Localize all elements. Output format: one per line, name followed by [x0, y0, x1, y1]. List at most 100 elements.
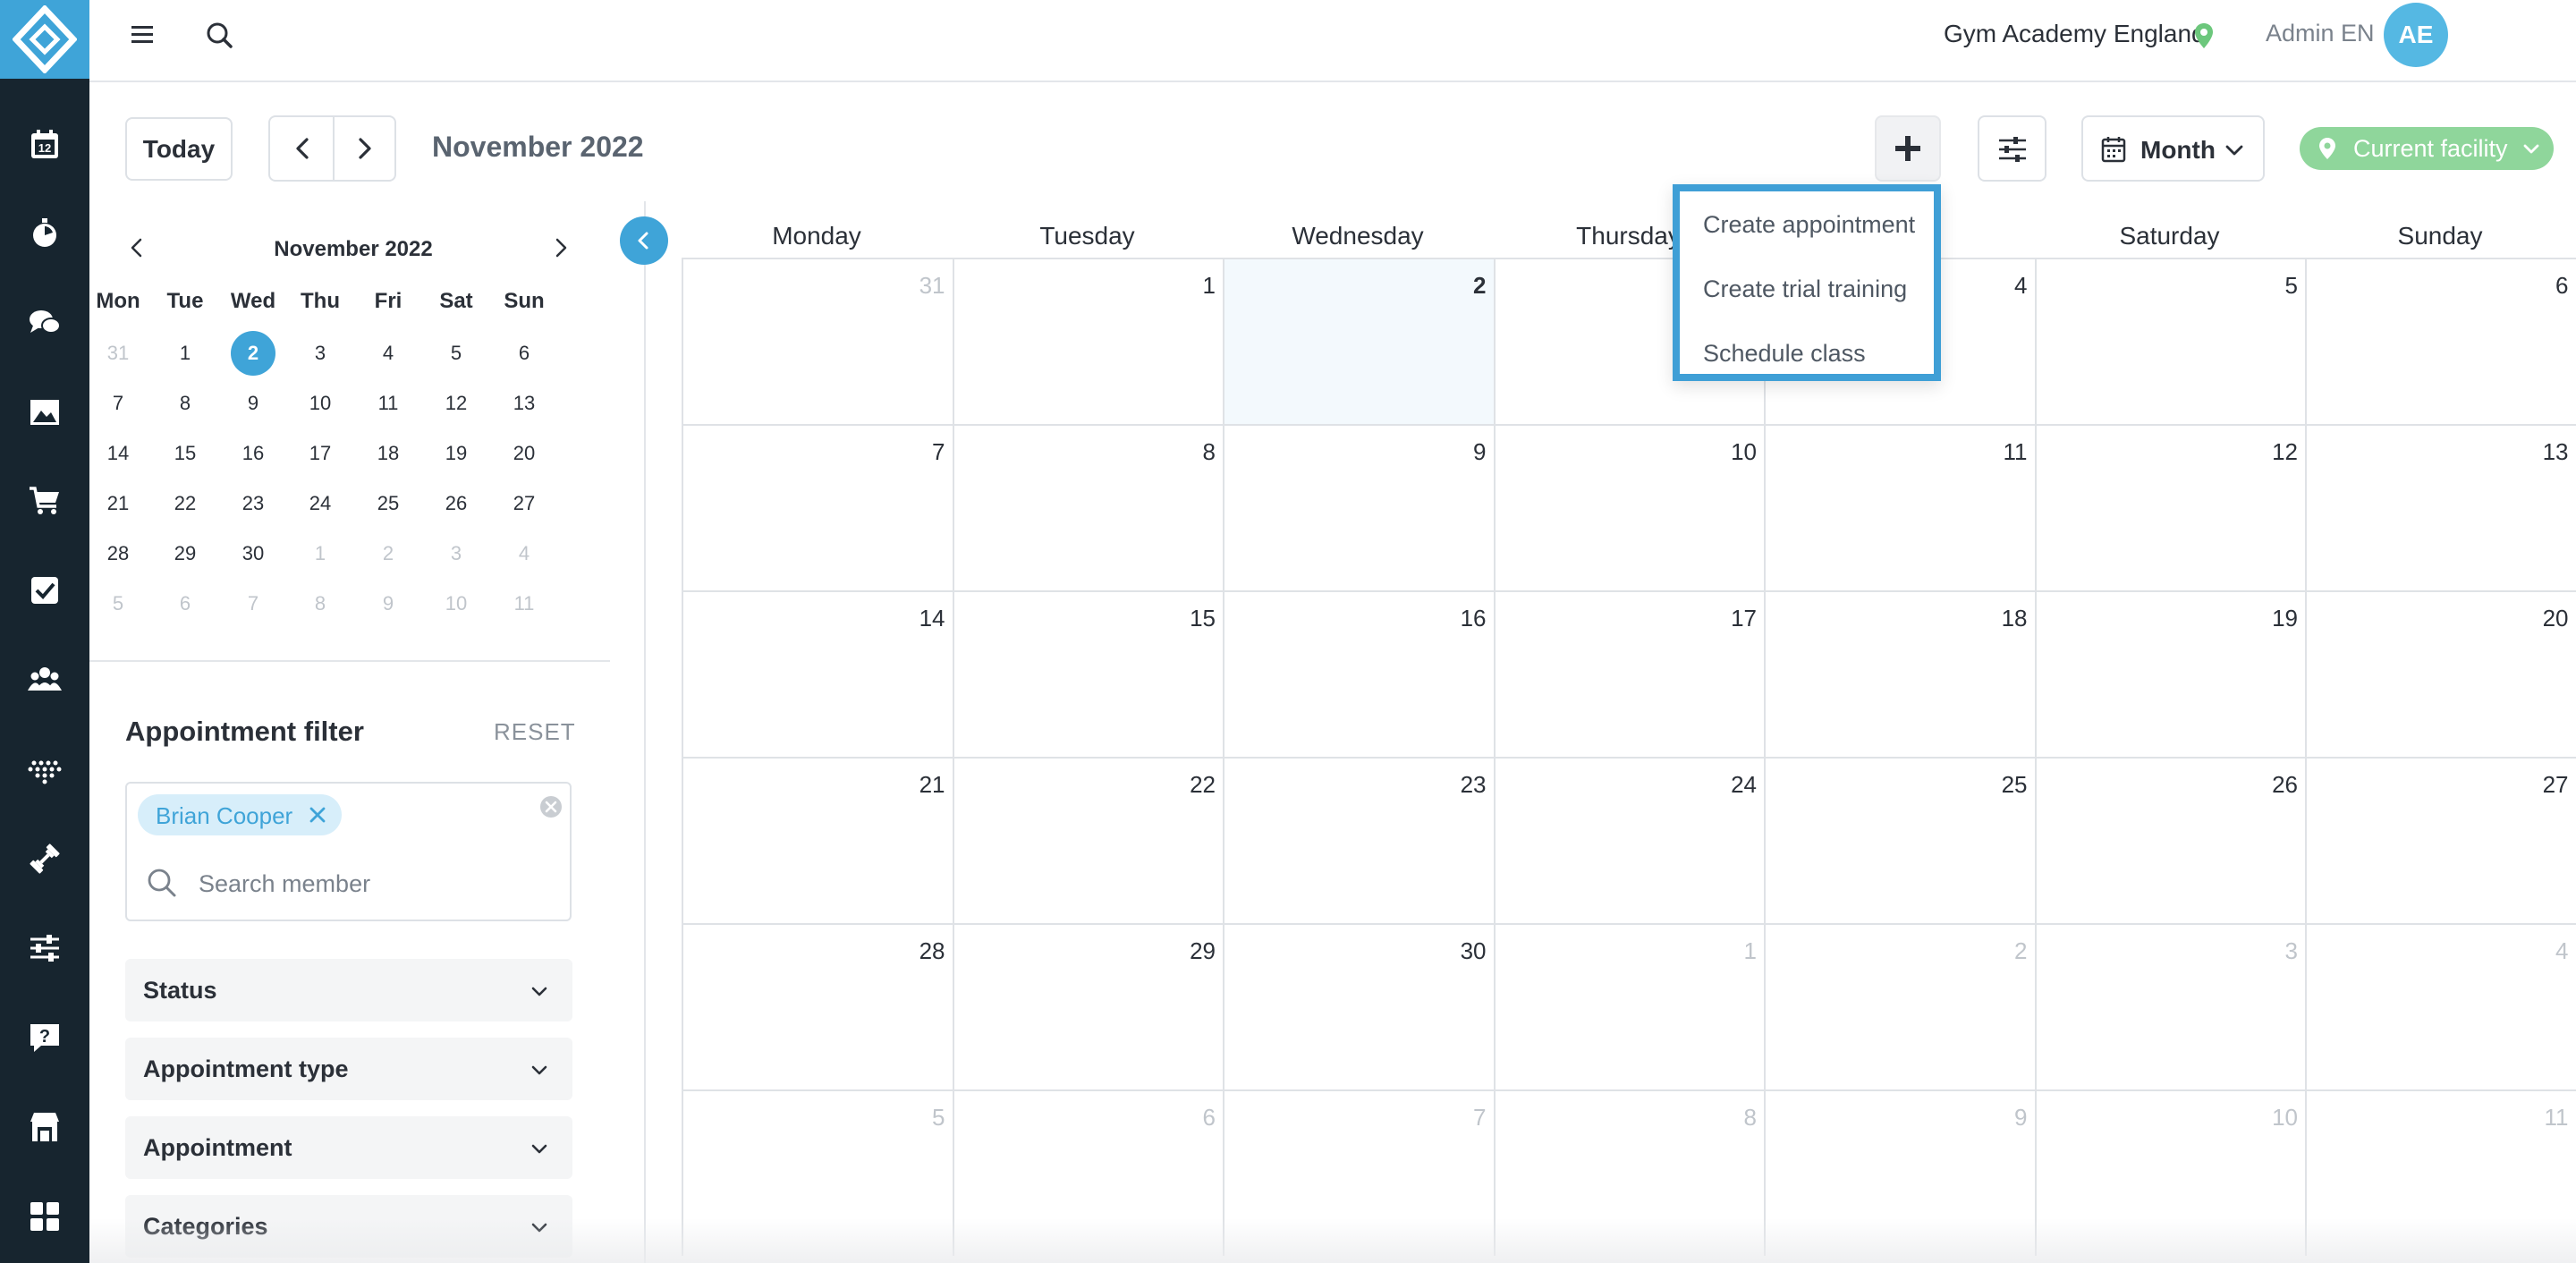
- mini-calendar-day[interactable]: 26: [434, 481, 479, 526]
- mini-calendar-day[interactable]: 25: [366, 481, 411, 526]
- mini-calendar-day[interactable]: 27: [502, 481, 547, 526]
- mini-calendar-day[interactable]: 11: [366, 381, 411, 426]
- calendar-day-cell[interactable]: 31: [682, 258, 953, 424]
- mini-calendar-day[interactable]: 8: [163, 381, 208, 426]
- mini-calendar-day[interactable]: 6: [163, 581, 208, 626]
- avatar[interactable]: AE: [2384, 3, 2448, 67]
- calendar-icon[interactable]: 12: [27, 127, 63, 163]
- calendar-day-cell[interactable]: 16: [1223, 590, 1494, 757]
- calendar-day-cell[interactable]: 1: [952, 258, 1223, 424]
- next-period-button[interactable]: [349, 133, 379, 164]
- mini-calendar-day[interactable]: 1: [163, 331, 208, 376]
- mini-calendar-day[interactable]: 15: [163, 431, 208, 476]
- calendar-day-cell[interactable]: 2: [1764, 923, 2035, 1089]
- calendar-day-cell[interactable]: 14: [682, 590, 953, 757]
- mini-calendar-day[interactable]: 4: [502, 531, 547, 576]
- calendar-day-cell[interactable]: 12: [2034, 424, 2305, 590]
- checkbox-icon[interactable]: [27, 572, 63, 608]
- calendar-day-cell[interactable]: 21: [682, 757, 953, 923]
- members-icon[interactable]: [27, 662, 63, 698]
- calendar-day-cell[interactable]: 19: [2034, 590, 2305, 757]
- today-button[interactable]: Today: [125, 117, 233, 181]
- calendar-day-cell[interactable]: 30: [1223, 923, 1494, 1089]
- mini-calendar-day[interactable]: 20: [502, 431, 547, 476]
- calendar-day-cell[interactable]: 7: [682, 424, 953, 590]
- mini-calendar-day[interactable]: 1: [298, 531, 343, 576]
- mini-calendar-day[interactable]: 7: [96, 381, 140, 426]
- mini-calendar-day[interactable]: 7: [231, 581, 275, 626]
- search-icon[interactable]: [202, 18, 238, 54]
- filter-settings-button[interactable]: [1978, 115, 2046, 182]
- mini-calendar-day[interactable]: 30: [231, 531, 275, 576]
- view-select[interactable]: Month: [2081, 115, 2265, 182]
- calendar-day-cell[interactable]: 15: [952, 590, 1223, 757]
- filter-section-appointment-type[interactable]: Appointment type: [125, 1038, 572, 1100]
- calendar-day-cell[interactable]: 1: [1493, 923, 1764, 1089]
- calendar-day-cell[interactable]: 22: [952, 757, 1223, 923]
- calendar-day-cell[interactable]: 23: [1223, 757, 1494, 923]
- calendar-day-cell[interactable]: 5: [2034, 258, 2305, 424]
- mini-calendar-day[interactable]: 2: [366, 531, 411, 576]
- schedule-class-item[interactable]: Schedule class: [1703, 340, 1866, 368]
- chat-icon[interactable]: [27, 305, 63, 341]
- create-appointment-item[interactable]: Create appointment: [1703, 211, 1915, 239]
- calendar-day-cell[interactable]: 24: [1493, 757, 1764, 923]
- calendar-day-cell[interactable]: 10: [2034, 1089, 2305, 1256]
- calendar-day-cell[interactable]: 13: [2305, 424, 2576, 590]
- app-logo[interactable]: [0, 0, 89, 79]
- mini-calendar-day[interactable]: 6: [502, 331, 547, 376]
- mini-calendar-day[interactable]: 28: [96, 531, 140, 576]
- dumbbell-icon[interactable]: [27, 841, 63, 877]
- clear-icon[interactable]: [538, 794, 564, 819]
- mini-calendar-day[interactable]: 17: [298, 431, 343, 476]
- calendar-day-cell[interactable]: 8: [952, 424, 1223, 590]
- calendar-day-cell[interactable]: 25: [1764, 757, 2035, 923]
- mini-calendar-day[interactable]: 10: [434, 581, 479, 626]
- mini-calendar-day[interactable]: 29: [163, 531, 208, 576]
- filter-section-status[interactable]: Status: [125, 959, 572, 1021]
- mini-calendar-day[interactable]: 14: [96, 431, 140, 476]
- store-icon[interactable]: [27, 1109, 63, 1145]
- mini-calendar-day[interactable]: 2: [231, 331, 275, 376]
- mini-calendar-day[interactable]: 24: [298, 481, 343, 526]
- filter-section-appointment[interactable]: Appointment: [125, 1116, 572, 1179]
- member-select[interactable]: Brian Cooper: [125, 782, 572, 921]
- search-member-input[interactable]: [197, 864, 540, 903]
- remove-chip-icon[interactable]: [308, 805, 327, 825]
- mini-calendar-day[interactable]: 22: [163, 481, 208, 526]
- calendar-day-cell[interactable]: 9: [1223, 424, 1494, 590]
- dots-grid-icon[interactable]: [27, 751, 63, 787]
- menu-icon[interactable]: [127, 20, 157, 50]
- create-trial-training-item[interactable]: Create trial training: [1703, 275, 1907, 303]
- dashboard-icon[interactable]: [27, 1199, 63, 1234]
- mini-calendar-day[interactable]: 5: [434, 331, 479, 376]
- user-name[interactable]: Admin EN: [2266, 20, 2375, 47]
- mini-calendar-day[interactable]: 3: [434, 531, 479, 576]
- mini-calendar-prev-button[interactable]: [123, 234, 150, 261]
- calendar-day-cell[interactable]: 2: [1223, 258, 1494, 424]
- filter-section-categories[interactable]: Categories: [125, 1195, 572, 1258]
- calendar-day-cell[interactable]: 8: [1493, 1089, 1764, 1256]
- facility-name[interactable]: Gym Academy England: [1944, 20, 2206, 48]
- mini-calendar-day[interactable]: 5: [96, 581, 140, 626]
- mini-calendar-day[interactable]: 31: [96, 331, 140, 376]
- mini-calendar-day[interactable]: 8: [298, 581, 343, 626]
- image-icon[interactable]: [27, 394, 63, 430]
- calendar-day-cell[interactable]: 27: [2305, 757, 2576, 923]
- mini-calendar-day[interactable]: 13: [502, 381, 547, 426]
- calendar-day-cell[interactable]: 6: [952, 1089, 1223, 1256]
- timer-icon[interactable]: [27, 216, 63, 251]
- calendar-day-cell[interactable]: 28: [682, 923, 953, 1089]
- calendar-day-cell[interactable]: 3: [2034, 923, 2305, 1089]
- reset-button[interactable]: RESET: [494, 718, 576, 746]
- mini-calendar-day[interactable]: 18: [366, 431, 411, 476]
- calendar-day-cell[interactable]: 18: [1764, 590, 2035, 757]
- calendar-day-cell[interactable]: 26: [2034, 757, 2305, 923]
- calendar-day-cell[interactable]: 17: [1493, 590, 1764, 757]
- cart-icon[interactable]: [27, 483, 63, 519]
- calendar-day-cell[interactable]: 29: [952, 923, 1223, 1089]
- help-icon[interactable]: ?: [27, 1020, 63, 1055]
- calendar-day-cell[interactable]: 5: [682, 1089, 953, 1256]
- mini-calendar-day[interactable]: 12: [434, 381, 479, 426]
- mini-calendar-day[interactable]: 21: [96, 481, 140, 526]
